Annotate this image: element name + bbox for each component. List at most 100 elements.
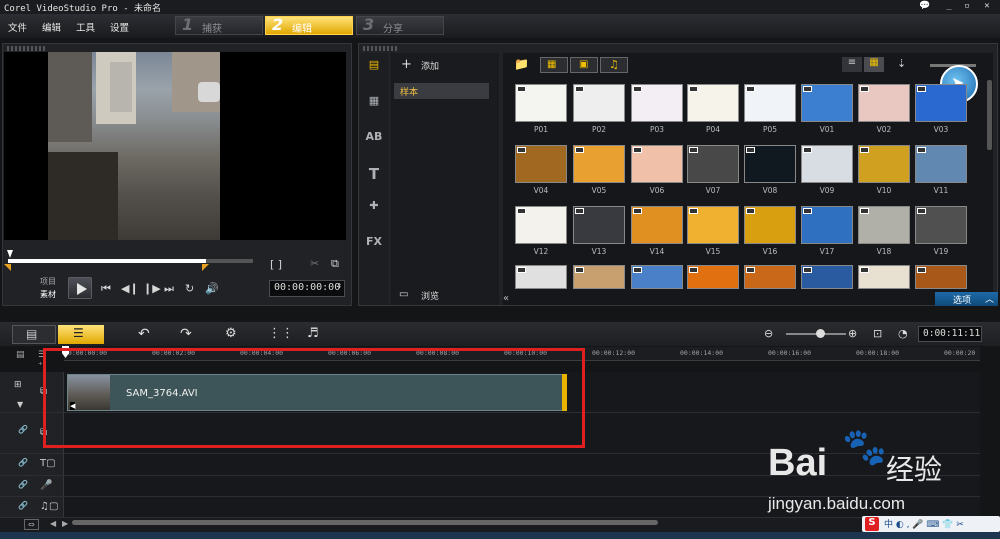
fit-project-icon[interactable]: ⊡ [873,327,882,340]
track-manager-icon[interactable]: ▤ [16,350,25,360]
media-thumbnail[interactable] [573,84,625,122]
zoom-tracks-button[interactable]: ⇔ [24,519,39,530]
title-lock-icon[interactable]: 🔗 [18,458,28,467]
media-thumbnail[interactable] [631,206,683,244]
title-tab-icon[interactable]: T [363,165,385,183]
add-icon[interactable]: + [401,57,412,72]
media-thumbnail[interactable] [515,84,567,122]
show-audio-button[interactable]: ♫ [600,57,628,73]
redo-icon[interactable]: ↷ [180,326,192,342]
end-icon[interactable]: ⏭ [164,282,174,296]
media-thumbnail[interactable] [858,145,910,183]
panel-grip[interactable] [7,46,47,51]
sort-icon[interactable]: ⇣ [897,57,906,70]
storyboard-view-button[interactable]: ▤ [12,325,56,344]
zoom-slider-thumb[interactable] [816,329,825,338]
graphic-tab-icon[interactable]: ✚ [363,199,385,217]
dropdown-icon[interactable]: ▼ [17,400,23,409]
close-button[interactable]: ✕ [980,1,994,12]
feedback-icon[interactable]: 💬 [918,1,932,12]
media-thumbnail[interactable] [801,206,853,244]
media-thumbnail[interactable] [915,206,967,244]
next-frame-icon[interactable]: ❙▶ [143,282,161,295]
previous-frame-icon[interactable]: ◀❙ [121,282,139,295]
zoom-in-icon[interactable]: ⊕ [848,327,857,340]
timeline-view-button[interactable]: ☰ [58,325,104,344]
folder-open-icon[interactable]: 📁 [514,57,529,71]
show-photo-button[interactable]: ▣ [570,57,598,73]
repeat-icon[interactable]: ↻ [185,282,194,295]
undo-icon[interactable]: ↶ [138,326,150,342]
menu-settings[interactable]: 设置 [110,20,129,34]
music-lock-icon[interactable]: 🔗 [18,501,28,510]
media-thumbnail[interactable] [573,265,625,289]
media-thumbnail[interactable] [801,84,853,122]
media-thumbnail[interactable] [744,145,796,183]
media-thumbnail[interactable] [687,206,739,244]
instant-project-tab-icon[interactable]: ▦ [363,94,385,112]
collapse-library-icon[interactable]: « [503,293,509,304]
media-thumbnail[interactable] [515,206,567,244]
browse-button[interactable]: 浏览 [421,289,439,302]
folder-item-samples[interactable]: 样本 [394,83,489,99]
thumbnail-view-icon[interactable]: ▦ [864,57,884,72]
panel-grip[interactable] [363,46,399,51]
overlay-lock-icon[interactable]: 🔗 [18,425,28,434]
media-thumbnail[interactable] [915,145,967,183]
media-thumbnail[interactable] [631,145,683,183]
voice-lock-icon[interactable]: 🔗 [18,480,28,489]
show-video-button[interactable]: ▦ [540,57,568,73]
media-thumbnail[interactable] [801,265,853,289]
media-thumbnail[interactable] [801,145,853,183]
media-thumbnail[interactable] [744,206,796,244]
library-scrollbar[interactable] [987,80,992,150]
media-thumbnail[interactable] [687,84,739,122]
media-thumbnail[interactable] [915,84,967,122]
mode-project[interactable]: 项目 [40,276,56,287]
media-thumbnail[interactable] [744,84,796,122]
record-capture-icon[interactable]: ⚙ [225,326,237,341]
menu-tools[interactable]: 工具 [76,20,95,34]
ime-toolbar[interactable]: S 中 ◐ , 🎤 ⌨ 👕 ✂ [862,516,1000,532]
mode-clip[interactable]: 素材 [40,289,56,300]
media-thumbnail[interactable] [631,84,683,122]
auto-music-icon[interactable]: ♬ [307,326,319,341]
media-thumbnail[interactable] [515,265,567,289]
media-thumbnail[interactable] [515,145,567,183]
options-button[interactable]: 选项 ︿ [935,292,998,306]
timecode-spinner-icon[interactable]: ⇕ [337,281,342,291]
tab-edit[interactable]: 2 编辑 [265,15,353,35]
media-tab-icon[interactable]: ▤ [363,58,385,76]
media-thumbnail[interactable] [915,265,967,289]
split-icon[interactable]: ✂ [310,257,319,270]
minimize-button[interactable]: _ [942,1,956,12]
preview-timecode[interactable]: 00:00:00:00 ⇕ [269,280,345,297]
menu-edit[interactable]: 编辑 [42,20,61,34]
menu-file[interactable]: 文件 [8,20,27,34]
enlarge-icon[interactable]: ⧉ [331,257,339,271]
mark-in-out-buttons[interactable]: [ ] [270,258,282,271]
media-thumbnail[interactable] [744,265,796,289]
timeline-hscrollbar[interactable] [72,520,658,525]
media-thumbnail[interactable] [573,145,625,183]
home-icon[interactable]: ⏮ [101,282,111,296]
transition-tab-icon[interactable]: AB [363,130,385,148]
tab-share[interactable]: 3 分享 [356,15,444,35]
track-all-icon[interactable]: ⊞ [14,380,22,390]
audio-mixer-icon[interactable]: ⋮⋮ [268,326,294,341]
scroll-left-icon[interactable]: ◀ [50,519,56,528]
media-thumbnail[interactable] [631,265,683,289]
media-thumbnail[interactable] [858,206,910,244]
play-button[interactable] [68,277,92,299]
list-view-icon[interactable]: ≡ [842,57,862,72]
media-thumbnail[interactable] [858,84,910,122]
media-thumbnail[interactable] [573,206,625,244]
tab-capture[interactable]: 1 捕获 [175,15,263,35]
media-thumbnail[interactable] [687,145,739,183]
add-folder-button[interactable]: 添加 [421,59,439,72]
filter-tab-icon[interactable]: FX [363,235,385,253]
media-thumbnail[interactable] [687,265,739,289]
browse-icon[interactable]: ▭ [399,289,408,300]
media-thumbnail[interactable] [858,265,910,289]
maximize-button[interactable]: ▫ [960,1,974,12]
